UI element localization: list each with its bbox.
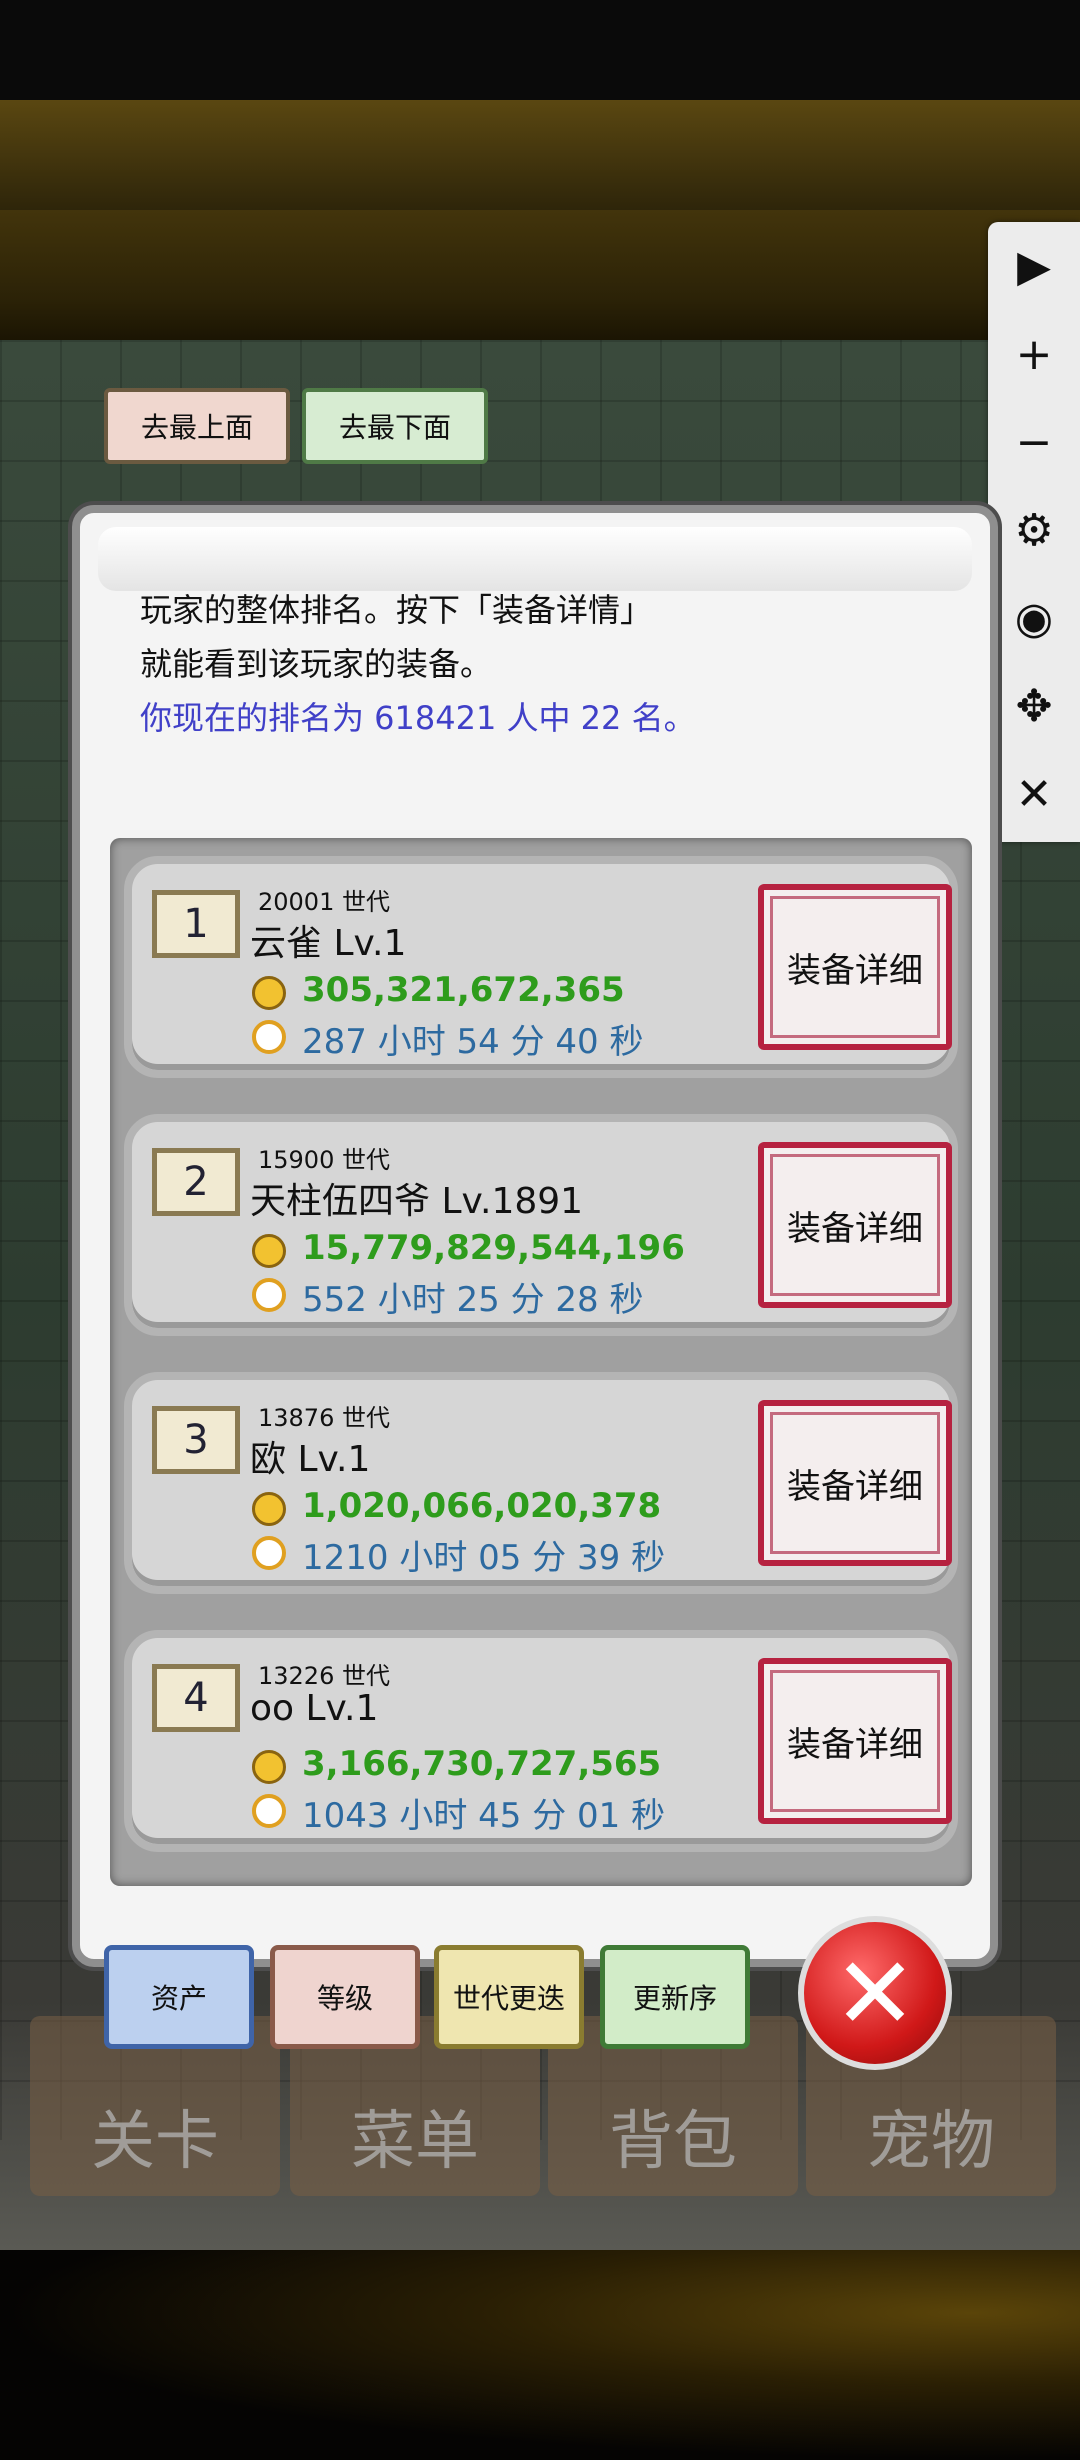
refresh-order-button[interactable]: 更新序 [600, 1945, 750, 2049]
rank-number: 4 [152, 1664, 240, 1732]
dialog-intro: 玩家的整体排名。按下「装备详情」 就能看到该玩家的装备。 你现在的排名为 618… [140, 583, 960, 745]
player-name: 云雀 Lv.1 [250, 923, 407, 964]
gear-icon[interactable]: ⚙ [988, 486, 1080, 574]
intro-line-2: 就能看到该玩家的装备。 [140, 645, 493, 683]
ranking-row: 4 13226 世代 oo Lv.1 3,166,730,727,565 104… [124, 1630, 958, 1852]
play-time: 287 小时 54 分 40 秒 [302, 1022, 644, 1062]
rank-number: 2 [152, 1148, 240, 1216]
sort-generation-button[interactable]: 世代更迭 [434, 1945, 584, 2049]
coin-icon [252, 1234, 286, 1268]
play-time: 1043 小时 45 分 01 秒 [302, 1796, 666, 1836]
play-time: 552 小时 25 分 28 秒 [302, 1280, 644, 1320]
equipment-detail-button[interactable]: 装备详细 [758, 1400, 952, 1566]
player-name: oo Lv.1 [250, 1688, 379, 1729]
go-bottom-button[interactable]: 去最下面 [302, 388, 488, 464]
rank-number: 3 [152, 1406, 240, 1474]
close-icon[interactable]: ✕ [988, 750, 1080, 838]
equipment-detail-button[interactable]: 装备详细 [758, 1142, 952, 1308]
intro-line-1: 玩家的整体排名。按下「装备详情」 [140, 591, 653, 629]
equipment-detail-button[interactable]: 装备详细 [758, 1658, 952, 1824]
player-money: 15,779,829,544,196 [302, 1228, 685, 1268]
dialog-header-sheen [98, 527, 972, 591]
generation-label: 13876 世代 [258, 1404, 390, 1432]
ranking-row: 3 13876 世代 欧 Lv.1 1,020,066,020,378 1210… [124, 1372, 958, 1594]
eye-icon[interactable]: ◉ [988, 574, 1080, 662]
coin-icon [252, 976, 286, 1010]
rank-number: 1 [152, 890, 240, 958]
player-money: 305,321,672,365 [302, 970, 625, 1010]
generation-label: 13226 世代 [258, 1662, 390, 1690]
player-name: 天柱伍四爷 Lv.1891 [250, 1181, 584, 1222]
ranking-row: 2 15900 世代 天柱伍四爷 Lv.1891 15,779,829,544,… [124, 1114, 958, 1336]
stopwatch-icon [252, 1020, 286, 1054]
floating-toolbar: ▶ + − ⚙ ◉ ✥ ✕ [988, 222, 1080, 842]
player-name: 欧 Lv.1 [250, 1439, 371, 1480]
player-money: 1,020,066,020,378 [302, 1486, 662, 1526]
plus-icon[interactable]: + [988, 310, 1080, 398]
sort-level-button[interactable]: 等级 [270, 1945, 420, 2049]
ranking-list[interactable]: 1 20001 世代 云雀 Lv.1 305,321,672,365 287 小… [110, 838, 972, 1886]
coin-icon [252, 1750, 286, 1784]
go-top-button[interactable]: 去最上面 [104, 388, 290, 464]
player-money: 3,166,730,727,565 [302, 1744, 662, 1784]
minus-icon[interactable]: − [988, 398, 1080, 486]
equipment-detail-button[interactable]: 装备详细 [758, 884, 952, 1050]
play-icon[interactable]: ▶ [988, 222, 1080, 310]
navigation-bar-area [0, 2250, 1080, 2460]
ranking-dialog: 玩家的整体排名。按下「装备详情」 就能看到该玩家的装备。 你现在的排名为 618… [72, 505, 998, 1967]
current-rank-text: 你现在的排名为 618421 人中 22 名。 [140, 699, 696, 737]
ranking-row: 1 20001 世代 云雀 Lv.1 305,321,672,365 287 小… [124, 856, 958, 1078]
coin-icon [252, 1492, 286, 1526]
close-x-icon: ✕ [833, 1934, 917, 2052]
status-bar [0, 0, 1080, 100]
close-dialog-button[interactable]: ✕ [798, 1916, 952, 2070]
stopwatch-icon [252, 1794, 286, 1828]
generation-label: 15900 世代 [258, 1146, 390, 1174]
stopwatch-icon [252, 1278, 286, 1312]
stopwatch-icon [252, 1536, 286, 1570]
move-icon[interactable]: ✥ [988, 662, 1080, 750]
sort-assets-button[interactable]: 资产 [104, 1945, 254, 2049]
play-time: 1210 小时 05 分 39 秒 [302, 1538, 666, 1578]
generation-label: 20001 世代 [258, 888, 390, 916]
game-header-band [0, 100, 1080, 210]
